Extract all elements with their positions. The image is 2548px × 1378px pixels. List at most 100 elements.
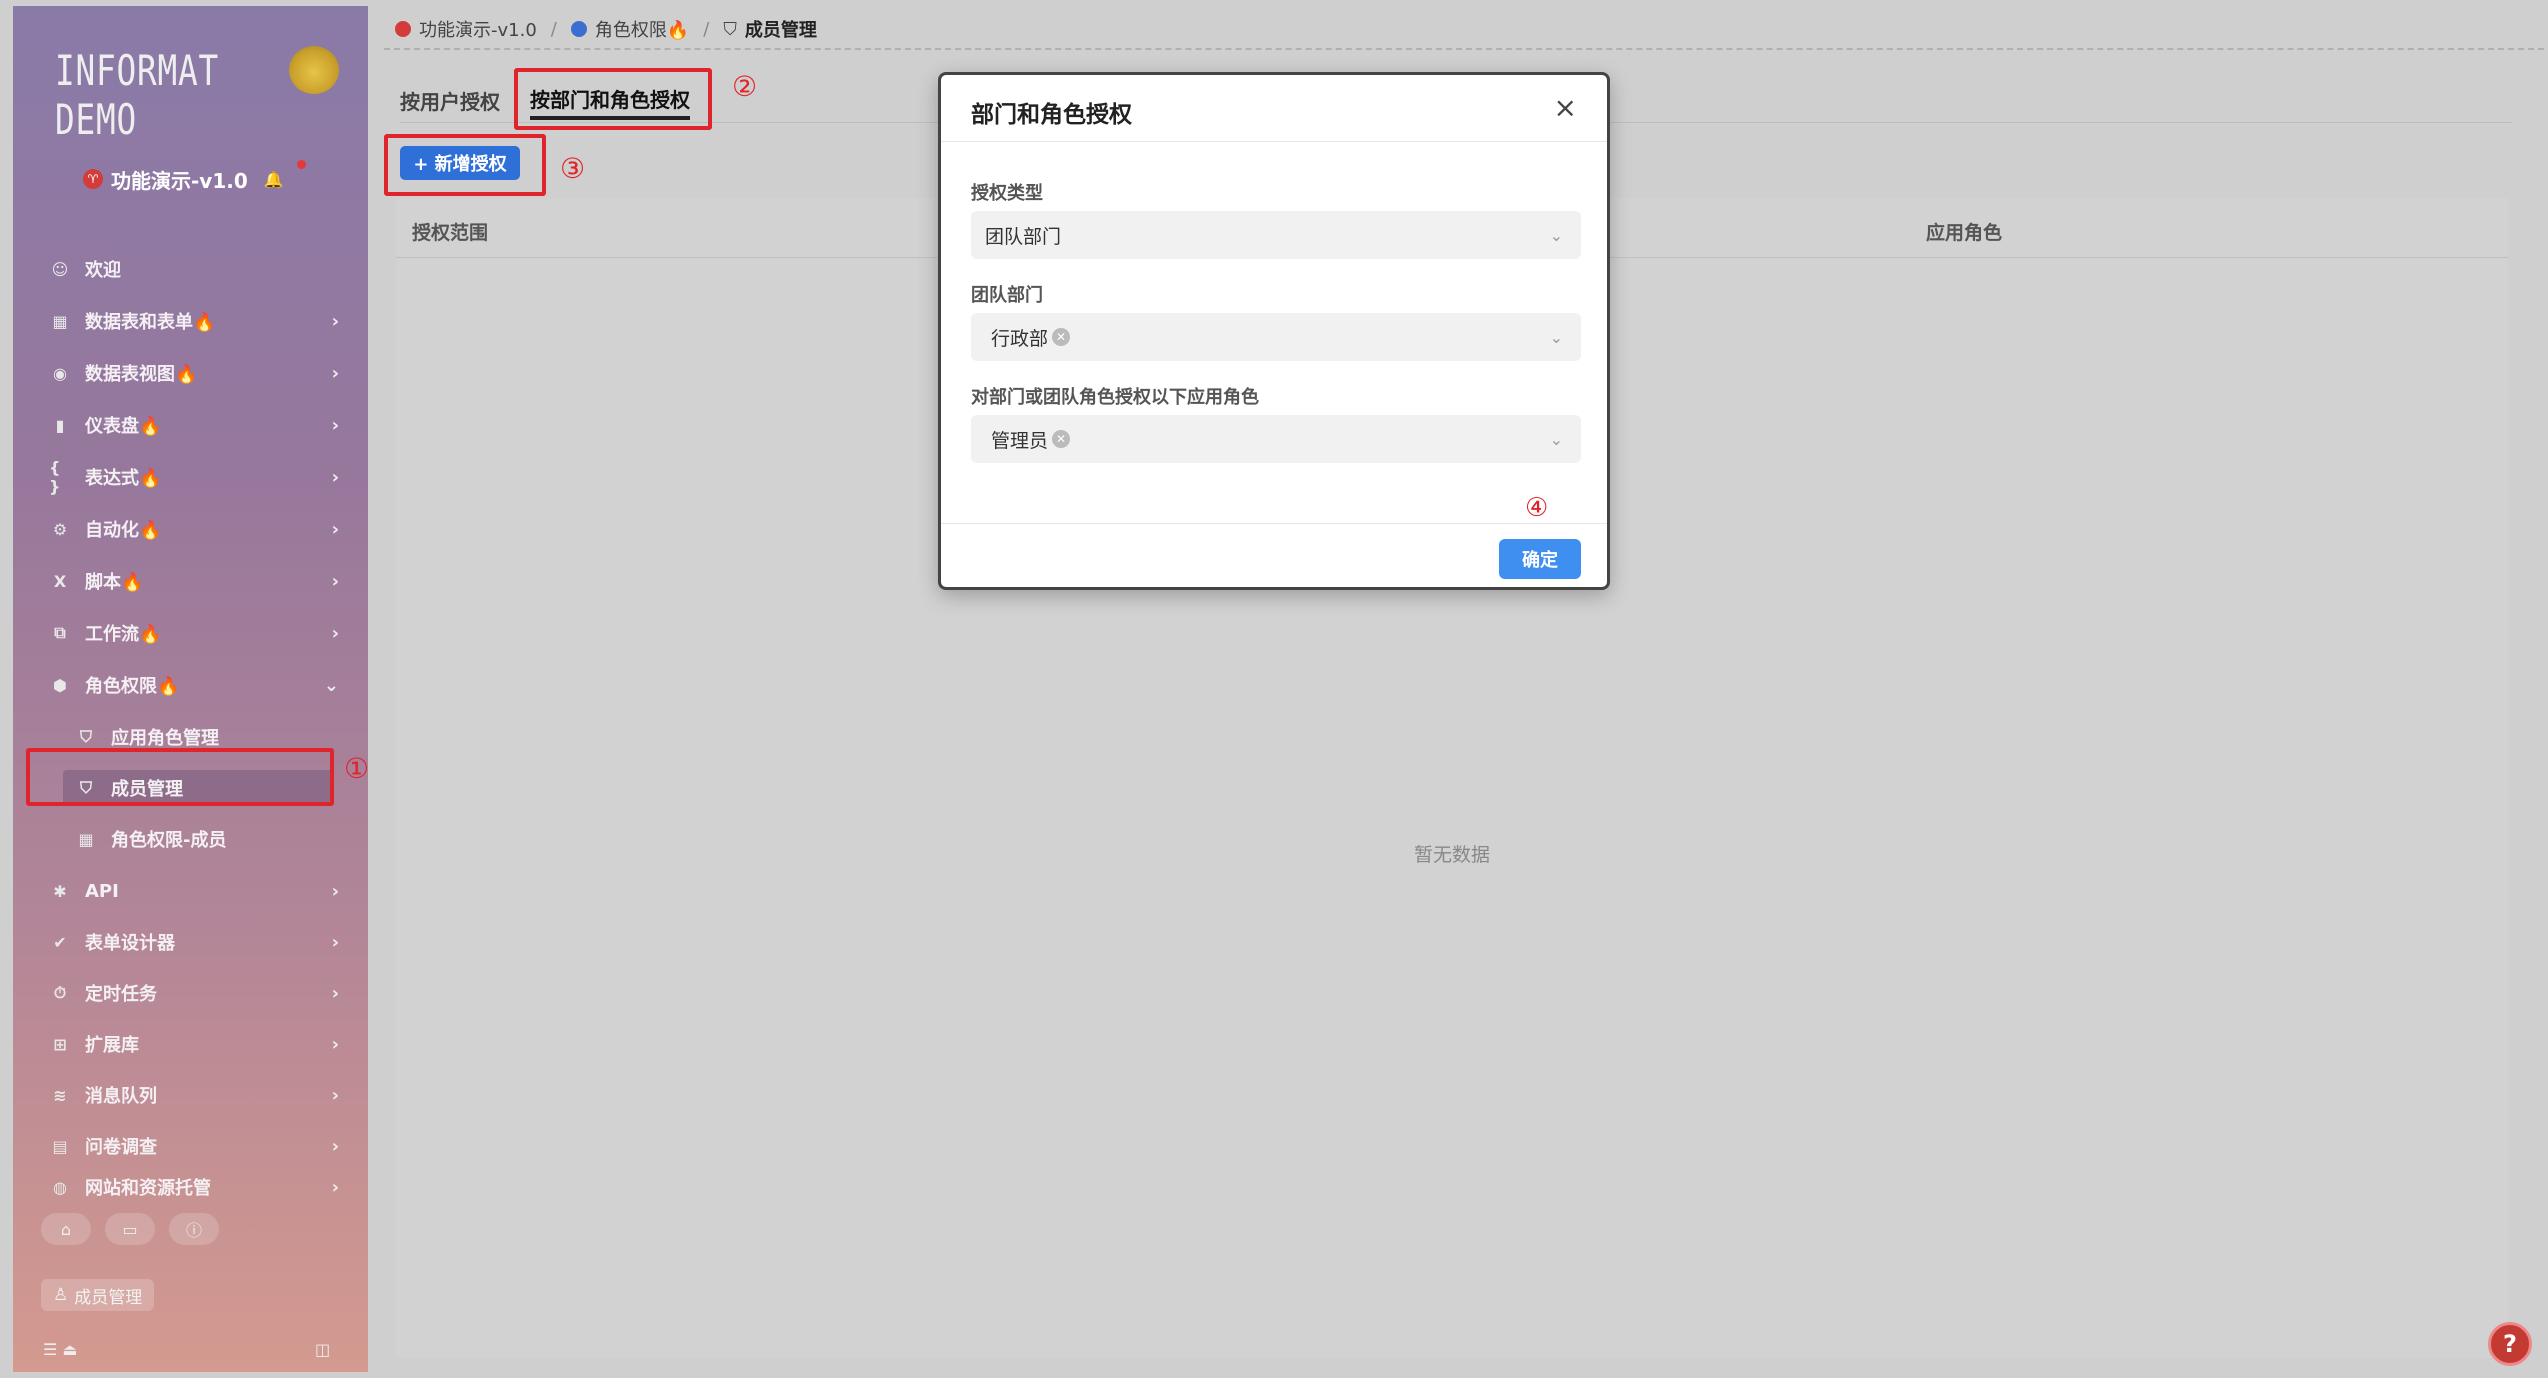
sidebar-item-label: 应用角色管理 — [111, 728, 219, 749]
sidebar-item-label: 数据表视图🔥 — [85, 364, 198, 385]
dialog-title: 部门和角色授权 — [971, 102, 1132, 128]
chevron-right-icon: › — [331, 1033, 339, 1055]
sidebar-quick-actions: ⌂ ▭ ⓘ — [41, 1213, 219, 1245]
view-icon: ◉ — [53, 363, 67, 383]
empty-state: 暂无数据 — [1413, 844, 1490, 866]
smile-icon: ☺ — [51, 259, 69, 279]
auth-type-label: 授权类型 — [971, 183, 1043, 204]
remove-tag-icon[interactable]: ✕ — [1052, 430, 1071, 448]
sidebar-item-label: 仪表盘🔥 — [85, 416, 162, 437]
queue-icon: ≋ — [53, 1085, 67, 1105]
annotation-mark-2: ② — [732, 70, 758, 103]
dialog-footer-divider — [941, 523, 1607, 524]
sidebar-item-api[interactable]: ✱ API › — [49, 873, 339, 909]
script-icon: X — [53, 571, 67, 591]
library-icon: ⊞ — [53, 1034, 67, 1054]
app-role-select[interactable]: 管理员 ✕ ⌄ — [971, 415, 1581, 463]
chevron-right-icon: › — [331, 982, 339, 1004]
auth-type-value: 团队部门 — [985, 225, 1062, 248]
tab-by-user[interactable]: 按用户授权 — [400, 80, 500, 120]
chevron-down-icon: ⌄ — [1549, 225, 1563, 245]
breadcrumb-separator: / — [550, 18, 557, 40]
workflow-icon: ⧉ — [54, 623, 66, 642]
notification-dot — [297, 160, 306, 169]
app-role-label: 对部门或团队角色授权以下应用角色 — [971, 387, 1259, 408]
home-icon[interactable]: ⌂ — [41, 1213, 91, 1245]
collapse-sidebar-icon[interactable]: ◫ — [315, 1340, 330, 1359]
info-icon[interactable]: ⓘ — [169, 1213, 219, 1245]
annotation-box-1 — [26, 748, 334, 806]
current-page-tag[interactable]: ♙ 成员管理 — [41, 1279, 155, 1311]
breadcrumb-item[interactable]: 角色权限🔥 — [595, 16, 689, 42]
chevron-right-icon: › — [331, 310, 339, 332]
check-icon: ✔ — [53, 932, 67, 952]
chevron-right-icon: › — [331, 931, 339, 953]
sidebar-item-message-queue[interactable]: ≋ 消息队列 › — [49, 1077, 339, 1113]
sidebar-item-website-hosting[interactable]: ◍ 网站和资源托管 › — [49, 1176, 339, 1199]
breadcrumb: 功能演示-v1.0 / 角色权限🔥 / ⛉ 成员管理 — [395, 16, 817, 42]
sidebar-item-label: 表达式🔥 — [85, 468, 162, 489]
chevron-right-icon: › — [331, 362, 339, 384]
chevron-right-icon: › — [331, 1135, 339, 1157]
logo-text: INFORMAT DEMO — [55, 46, 220, 144]
department-tag: 行政部 ✕ — [985, 324, 1076, 351]
sidebar-item-label: 欢迎 — [85, 260, 121, 281]
role-tag: 管理员 ✕ — [985, 426, 1076, 453]
sidebar-item-workflow[interactable]: ⧉ 工作流🔥 › — [49, 615, 339, 651]
sidebar-item-role-permissions[interactable]: ⬢ 角色权限🔥 ⌄ — [49, 667, 339, 703]
chevron-right-icon: › — [331, 518, 339, 540]
app-name: 功能演示-v1.0 — [111, 168, 248, 193]
shield-icon: ⬢ — [53, 675, 67, 695]
chevron-right-icon: › — [331, 414, 339, 436]
auth-type-select[interactable]: 团队部门 ⌄ — [971, 211, 1581, 259]
sidebar-item-label: 角色权限🔥 — [85, 676, 180, 697]
book-icon[interactable]: ▭ — [105, 1213, 155, 1245]
dialog-header-divider — [941, 141, 1607, 142]
sidebar-item-scripts[interactable]: X 脚本🔥 › — [49, 563, 339, 599]
sidebar-item-welcome[interactable]: ☺ 欢迎 — [49, 251, 339, 287]
menu-icon[interactable]: ☰ ⏏ — [43, 1340, 78, 1359]
timer-icon: ⏱ — [53, 983, 67, 1002]
remove-tag-icon[interactable]: ✕ — [1052, 328, 1071, 346]
close-icon[interactable]: × — [1554, 91, 1577, 124]
sidebar-item-expressions[interactable]: { } 表达式🔥 › — [49, 458, 339, 496]
sidebar-item-label: 工作流🔥 — [85, 624, 162, 645]
breadcrumb-item[interactable]: 功能演示-v1.0 — [419, 16, 537, 42]
app-logo-icon — [395, 21, 411, 37]
sidebar-item-label: 定时任务 — [85, 984, 157, 1005]
chevron-down-icon: ⌄ — [1549, 327, 1563, 347]
app-logo-icon: ♈ — [83, 169, 103, 189]
app-switcher[interactable]: ♈ 功能演示-v1.0 🔔 — [83, 160, 306, 194]
dashboard-icon: ▮ — [55, 415, 65, 435]
help-icon[interactable]: ? — [2488, 1322, 2532, 1366]
sidebar-item-survey[interactable]: ▤ 问卷调查 › — [49, 1128, 339, 1164]
shield-outline-icon: ⛉ — [79, 727, 92, 746]
bell-icon[interactable]: 🔔 — [264, 170, 284, 189]
current-page-tag-label: 成员管理 — [74, 1287, 143, 1308]
sidebar-item-form-designer[interactable]: ✔ 表单设计器 › — [49, 924, 339, 960]
department-select[interactable]: 行政部 ✕ ⌄ — [971, 313, 1581, 361]
sidebar-item-label: 自动化🔥 — [85, 520, 162, 541]
sidebar-item-label: 表单设计器 — [85, 933, 175, 954]
department-role-auth-dialog: 部门和角色授权 × 授权类型 团队部门 ⌄ 团队部门 行政部 ✕ ⌄ 对部门或团… — [938, 72, 1610, 590]
clipboard-icon: ▤ — [52, 1136, 68, 1156]
sidebar-item-table-views[interactable]: ◉ 数据表视图🔥 › — [49, 355, 339, 391]
confirm-button[interactable]: 确定 — [1499, 539, 1581, 579]
sidebar-item-role-members[interactable]: ▦ 角色权限-成员 — [75, 821, 325, 857]
department-label: 团队部门 — [971, 285, 1043, 306]
sidebar-item-label: 数据表和表单🔥 — [85, 312, 216, 333]
sidebar-item-dashboard[interactable]: ▮ 仪表盘🔥 › — [49, 407, 339, 443]
annotation-mark-1: ① — [344, 752, 370, 785]
role-tag-label: 管理员 — [991, 429, 1049, 452]
department-tag-label: 行政部 — [991, 327, 1049, 350]
api-icon: ✱ — [53, 881, 67, 901]
sidebar-item-tables[interactable]: ▦ 数据表和表单🔥 › — [49, 303, 339, 339]
sidebar-item-extensions[interactable]: ⊞ 扩展库 › — [49, 1026, 339, 1062]
user-icon: ♙ — [53, 1285, 69, 1305]
sidebar-item-label: 问卷调查 — [85, 1137, 157, 1158]
column-header-app-role: 应用角色 — [1926, 222, 2003, 244]
sidebar-item-scheduled-tasks[interactable]: ⏱ 定时任务 › — [49, 975, 339, 1011]
chevron-right-icon: › — [331, 622, 339, 644]
sidebar-item-automation[interactable]: ⚙ 自动化🔥 › — [49, 511, 339, 547]
sidebar-item-label: API — [85, 880, 119, 902]
